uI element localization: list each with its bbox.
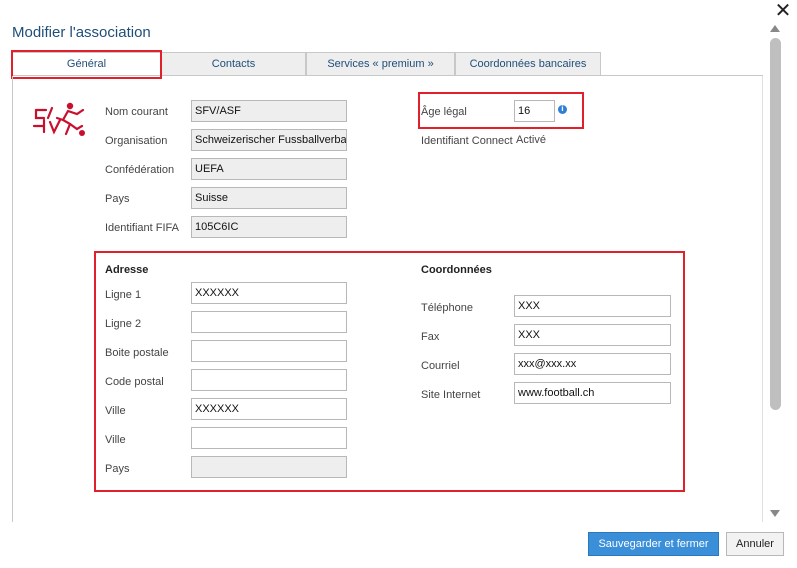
site-internet-label: Site Internet xyxy=(421,389,481,401)
fax-input[interactable] xyxy=(514,324,671,346)
tab-coordonnees-bancaires[interactable]: Coordonnées bancaires xyxy=(455,52,601,76)
ville-label: Ville xyxy=(105,405,126,417)
panel-border xyxy=(762,76,763,522)
scroll-down-arrow-icon[interactable] xyxy=(768,508,782,520)
ligne1-label: Ligne 1 xyxy=(105,289,142,301)
identifiant-connect-label: Identifiant Connect xyxy=(421,135,513,147)
boite-postale-label: Boite postale xyxy=(105,347,169,359)
sfv-asf-logo-icon xyxy=(32,102,85,136)
site-internet-input[interactable] xyxy=(514,382,671,404)
telephone-label: Téléphone xyxy=(421,302,473,314)
identifiant-fifa-label: Identifiant FIFA xyxy=(105,222,179,234)
boite-postale-input[interactable] xyxy=(191,340,347,362)
identifiant-fifa-field: 105C6IC xyxy=(191,216,347,238)
coordonnees-section-title: Coordonnées xyxy=(421,264,492,276)
tab-contacts[interactable]: Contacts xyxy=(161,52,306,76)
ville2-label: Ville xyxy=(105,434,126,446)
code-postal-label: Code postal xyxy=(105,376,164,388)
code-postal-input[interactable] xyxy=(191,369,347,391)
telephone-input[interactable] xyxy=(514,295,671,317)
ville2-input[interactable] xyxy=(191,427,347,449)
panel-border xyxy=(12,76,13,522)
confederation-label: Confédération xyxy=(105,164,175,176)
organisation-field: Schweizerischer Fussballverbar xyxy=(191,129,347,151)
adresse-section-title: Adresse xyxy=(105,264,149,276)
courriel-label: Courriel xyxy=(421,360,460,372)
organisation-label: Organisation xyxy=(105,135,168,147)
nom-courant-field: SFV/ASF xyxy=(191,100,347,122)
tab-services-premium[interactable]: Services « premium » xyxy=(306,52,455,76)
save-and-close-button[interactable]: Sauvegarder et fermer xyxy=(588,532,719,556)
scroll-up-arrow-icon[interactable] xyxy=(768,22,782,34)
pays-field: Suisse xyxy=(191,187,347,209)
scrollbar-thumb[interactable] xyxy=(770,38,781,410)
ligne2-input[interactable] xyxy=(191,311,347,333)
age-legal-label: Âge légal xyxy=(421,106,467,118)
age-legal-input[interactable] xyxy=(514,100,555,122)
pays-label: Pays xyxy=(105,193,130,205)
identifiant-connect-value: Activé xyxy=(516,134,546,146)
courriel-input[interactable] xyxy=(514,353,671,375)
tab-general[interactable]: Général xyxy=(12,52,161,76)
fax-label: Fax xyxy=(421,331,440,343)
confederation-field: UEFA xyxy=(191,158,347,180)
nom-courant-label: Nom courant xyxy=(105,106,168,118)
tab-divider xyxy=(12,75,763,76)
cancel-button[interactable]: Annuler xyxy=(726,532,784,556)
close-icon[interactable]: ✕ xyxy=(772,0,794,22)
info-icon[interactable]: i xyxy=(558,105,567,114)
ligne2-label: Ligne 2 xyxy=(105,318,142,330)
ville-input[interactable] xyxy=(191,398,347,420)
dialog-title: Modifier l'association xyxy=(12,24,151,41)
adresse-pays-field xyxy=(191,456,347,478)
adresse-pays-label: Pays xyxy=(105,463,130,475)
ligne1-input[interactable] xyxy=(191,282,347,304)
